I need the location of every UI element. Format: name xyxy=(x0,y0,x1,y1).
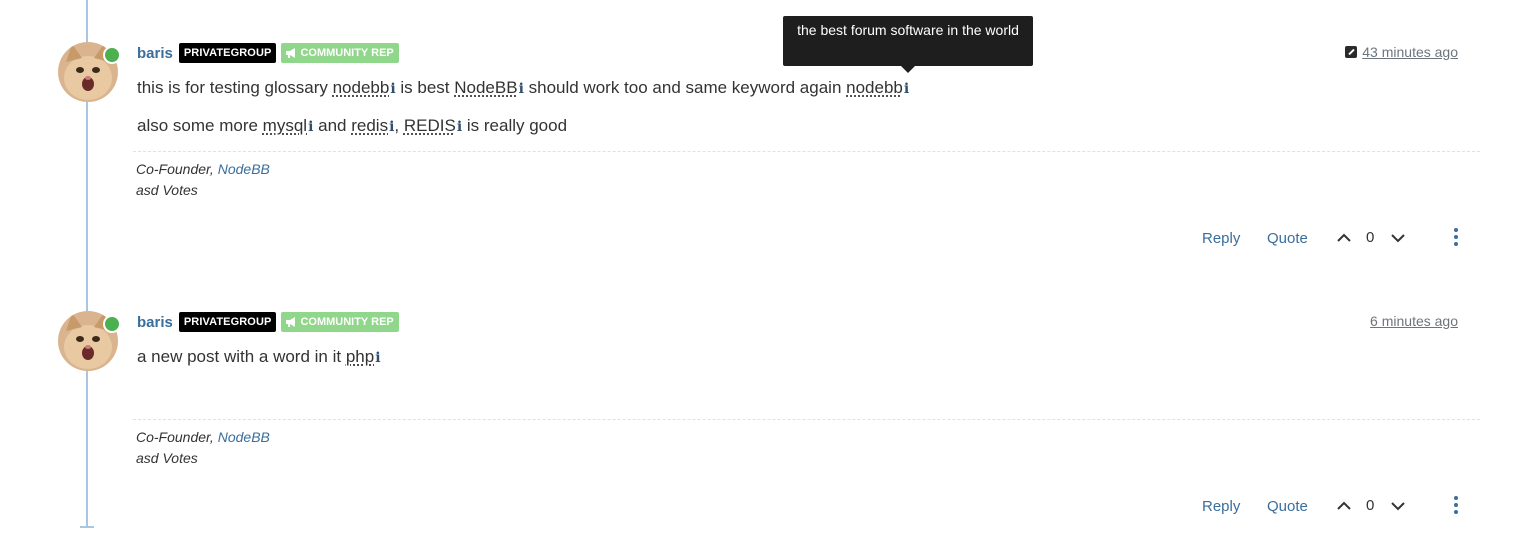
post-header: baris PRIVATEGROUP COMMUNITY REP xyxy=(137,311,399,333)
signature-title: Co-Founder, xyxy=(136,161,218,177)
chevron-down-icon[interactable] xyxy=(1390,498,1406,514)
post-timestamp[interactable]: 43 minutes ago xyxy=(1345,44,1458,60)
glossary-term[interactable]: redis xyxy=(351,116,388,135)
username-link[interactable]: baris xyxy=(137,314,173,331)
chevron-up-icon[interactable] xyxy=(1336,498,1352,514)
signature-line: asd Votes xyxy=(136,182,198,198)
chevron-down-icon[interactable] xyxy=(1390,230,1406,246)
content-line: this is for testing glossary nodebbi is … xyxy=(137,78,909,98)
content-line: also some more mysqli and redisi, REDISi… xyxy=(137,116,567,136)
tooltip-arrow xyxy=(901,66,915,73)
reply-button[interactable]: Reply xyxy=(1202,498,1240,515)
glossary-term[interactable]: php xyxy=(346,347,374,366)
kebab-menu-icon[interactable] xyxy=(1453,496,1459,514)
edit-icon[interactable] xyxy=(1345,46,1358,58)
signature-line: asd Votes xyxy=(136,450,198,466)
rep-badge[interactable]: COMMUNITY REP xyxy=(281,312,399,332)
text: is best xyxy=(395,78,455,97)
group-badge[interactable]: PRIVATEGROUP xyxy=(178,43,277,63)
signature-line: Co-Founder, NodeBB xyxy=(136,159,270,180)
signature-divider xyxy=(133,419,1480,420)
kebab-menu-icon[interactable] xyxy=(1453,228,1459,246)
text: is really good xyxy=(462,116,568,135)
rep-badge-label: COMMUNITY REP xyxy=(300,47,394,59)
content-line: a new post with a word in it phpi xyxy=(137,347,381,367)
signature-link[interactable]: NodeBB xyxy=(218,429,270,445)
glossary-term[interactable]: mysql xyxy=(263,116,307,135)
glossary-term[interactable]: NodeBB xyxy=(454,78,517,97)
group-badge[interactable]: PRIVATEGROUP xyxy=(178,312,277,332)
quote-button[interactable]: Quote xyxy=(1267,498,1308,515)
glossary-term[interactable]: REDIS xyxy=(404,116,456,135)
signature-title: Co-Founder, xyxy=(136,429,218,445)
glossary-term[interactable]: nodebb xyxy=(333,78,390,97)
signature-link[interactable]: NodeBB xyxy=(218,161,270,177)
info-icon[interactable]: i xyxy=(904,81,909,97)
rep-badge[interactable]: COMMUNITY REP xyxy=(281,43,399,63)
rep-badge-label: COMMUNITY REP xyxy=(300,316,394,328)
glossary-term[interactable]: nodebb xyxy=(846,78,903,97)
post-timestamp[interactable]: 6 minutes ago xyxy=(1370,313,1458,329)
vote-count: 0 xyxy=(1366,229,1375,246)
quote-button[interactable]: Quote xyxy=(1267,230,1308,247)
info-icon[interactable]: i xyxy=(375,350,380,366)
text: should work too and same keyword again xyxy=(523,78,847,97)
online-status-icon xyxy=(103,46,121,64)
megaphone-icon xyxy=(286,317,296,327)
post-header: baris PRIVATEGROUP COMMUNITY REP xyxy=(137,42,399,64)
post-actions: Reply Quote 0 xyxy=(0,228,1538,252)
reply-button[interactable]: Reply xyxy=(1202,230,1240,247)
text: and xyxy=(313,116,352,135)
signature: Co-Founder, NodeBB asd Votes xyxy=(136,427,270,469)
text: , xyxy=(394,116,404,135)
megaphone-icon xyxy=(286,48,296,58)
text: a new post with a word in it xyxy=(137,347,346,366)
online-status-icon xyxy=(103,315,121,333)
timestamp-text[interactable]: 43 minutes ago xyxy=(1362,44,1458,60)
glossary-tooltip: the best forum software in the world xyxy=(783,16,1033,66)
username-link[interactable]: baris xyxy=(137,45,173,62)
signature: Co-Founder, NodeBB asd Votes xyxy=(136,159,270,201)
text: this is for testing glossary xyxy=(137,78,333,97)
text: also some more xyxy=(137,116,263,135)
timestamp-text[interactable]: 6 minutes ago xyxy=(1370,313,1458,329)
post-actions: Reply Quote 0 xyxy=(0,496,1538,520)
chevron-up-icon[interactable] xyxy=(1336,230,1352,246)
signature-divider xyxy=(133,151,1480,152)
timeline-end xyxy=(80,526,94,528)
signature-line: Co-Founder, NodeBB xyxy=(136,427,270,448)
vote-count: 0 xyxy=(1366,497,1375,514)
